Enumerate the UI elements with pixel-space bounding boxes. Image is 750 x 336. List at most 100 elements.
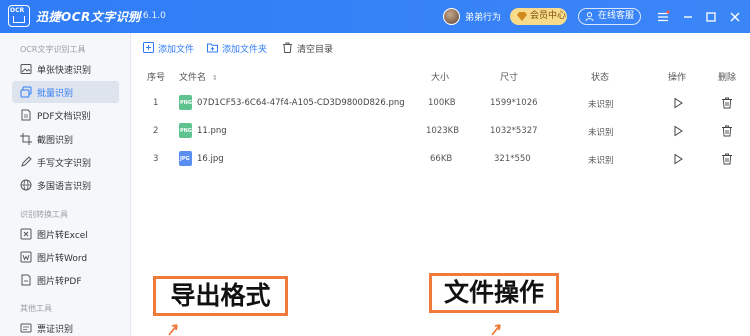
crop-icon <box>20 133 32 145</box>
diamond-icon <box>517 12 527 21</box>
close-icon[interactable] <box>728 9 742 23</box>
app-version: v8.6.1.0 <box>129 11 166 21</box>
excel-icon <box>20 228 32 240</box>
add-folder-icon <box>207 43 218 53</box>
column-header-index: 序号 <box>147 73 166 83</box>
file-operation-callout: 文件操作 <box>429 273 559 313</box>
online-service-label: 在线客服 <box>598 11 635 21</box>
pdf-file-icon <box>21 274 31 286</box>
jpg-file-icon: JPG <box>179 151 192 166</box>
sidebar-item-pdf[interactable]: PDF文档识别 <box>12 104 119 126</box>
column-header-size: 大小 <box>431 73 450 83</box>
file-size: 100KB <box>428 98 456 108</box>
png-file-icon: PNG <box>179 123 192 138</box>
sidebar-item-screenshot[interactable]: 截图识别 <box>12 128 119 150</box>
sidebar-item-label: 批量识别 <box>37 89 74 99</box>
sidebar-group-other: 其他工具 <box>20 304 52 313</box>
file-status: 未识别 <box>588 156 614 166</box>
sidebar-item-handwriting[interactable]: 手写文字识别 <box>12 151 119 173</box>
sidebar-item-ticket[interactable]: 票证识别 <box>12 317 119 336</box>
column-header-status: 状态 <box>591 73 610 83</box>
sidebar-item-label: 多国语言识别 <box>37 182 92 192</box>
file-size: 1023KB <box>426 126 460 136</box>
avatar[interactable] <box>443 8 460 25</box>
image-icon <box>20 64 32 74</box>
add-file-icon <box>143 42 154 53</box>
delete-icon[interactable] <box>721 125 733 137</box>
column-header-delete: 删除 <box>718 73 737 83</box>
play-icon[interactable] <box>672 153 684 165</box>
vip-center-button[interactable]: 会员中心 <box>510 8 567 25</box>
sidebar-item-excel[interactable]: 图片转Excel <box>12 223 119 245</box>
user-icon <box>585 12 594 21</box>
add-file-button[interactable]: 添加文件 <box>143 41 198 55</box>
row-index: 3 <box>153 154 159 164</box>
file-dimensions: 1032*5327 <box>490 126 538 136</box>
table-row[interactable]: 3 JPG 16.jpg 66KB 321*550 未识别 <box>132 145 750 173</box>
sidebar-item-single[interactable]: 单张快速识别 <box>12 58 119 80</box>
sidebar-item-multilang[interactable]: 多国语言识别 <box>12 174 119 196</box>
stack-icon <box>20 86 32 98</box>
sidebar-item-label: 截图识别 <box>37 136 74 146</box>
sidebar: OCR文字识别工具 单张快速识别 批量识别 PDF文档识别 截图识别 手写文字识… <box>0 33 131 336</box>
sidebar-item-label: 手写文字识别 <box>37 159 92 169</box>
arrow-icon <box>491 324 501 336</box>
sidebar-item-label: 图片转Word <box>37 254 88 264</box>
online-service-button[interactable]: 在线客服 <box>578 8 641 25</box>
file-size: 66KB <box>430 154 453 164</box>
arrow-icon <box>168 324 178 336</box>
file-dimensions: 1599*1026 <box>490 98 538 108</box>
word-icon <box>20 251 32 263</box>
png-file-icon: PNG <box>179 95 192 110</box>
delete-icon[interactable] <box>721 97 733 109</box>
row-index: 2 <box>153 126 159 136</box>
sidebar-item-word[interactable]: 图片转Word <box>12 246 119 268</box>
file-dimensions: 321*550 <box>494 154 531 164</box>
add-folder-label: 添加文件夹 <box>222 45 268 55</box>
sort-icon: ⇕ <box>211 74 218 82</box>
pen-icon <box>21 156 32 167</box>
add-folder-button[interactable]: 添加文件夹 <box>207 41 275 55</box>
sidebar-item-label: 单张快速识别 <box>37 66 92 76</box>
menu-icon[interactable] <box>656 9 670 23</box>
sidebar-item-label: PDF文档识别 <box>37 112 91 122</box>
row-index: 1 <box>153 98 159 108</box>
app-logo-icon: OCR <box>8 5 30 27</box>
minimize-icon[interactable] <box>681 9 695 23</box>
column-header-dimensions: 尺寸 <box>500 73 519 83</box>
sidebar-group-convert: 识别转换工具 <box>20 210 68 219</box>
file-status: 未识别 <box>588 100 614 110</box>
file-status: 未识别 <box>588 128 614 138</box>
sidebar-group-ocr: OCR文字识别工具 <box>20 45 86 54</box>
table-row[interactable]: 2 PNG 11.png 1023KB 1032*5327 未识别 <box>132 117 750 145</box>
trash-icon <box>283 42 292 53</box>
app-name: 迅捷OCR文字识别 <box>36 10 141 24</box>
table-row[interactable]: 1 PNG 07D1CF53-6C64-47f4-A105-CD3D9800D8… <box>132 89 750 117</box>
file-name: 16.jpg <box>197 154 224 164</box>
sidebar-item-batch[interactable]: 批量识别 <box>12 81 119 103</box>
username[interactable]: 弟弟行为 <box>465 10 501 23</box>
play-icon[interactable] <box>672 125 684 137</box>
globe-icon <box>20 179 32 191</box>
pdf-icon <box>21 109 31 121</box>
add-file-label: 添加文件 <box>158 45 195 55</box>
delete-icon[interactable] <box>721 153 733 165</box>
clear-list-label: 清空目录 <box>297 45 334 55</box>
file-name: 07D1CF53-6C64-47f4-A105-CD3D9800D826.png <box>197 98 405 108</box>
title-bar: OCR 迅捷OCR文字识别 v8.6.1.0 弟弟行为 会员中心 在线客服 <box>0 0 750 33</box>
column-header-filename[interactable]: 文件名 ⇕ <box>179 70 218 83</box>
export-format-callout: 导出格式 <box>153 276 288 316</box>
sidebar-item-topdf[interactable]: 图片转PDF <box>12 269 119 291</box>
file-name: 11.png <box>197 126 227 136</box>
sidebar-item-label: 图片转PDF <box>37 277 82 287</box>
sidebar-item-label: 图片转Excel <box>37 231 88 241</box>
ticket-icon <box>20 323 32 333</box>
vip-center-label: 会员中心 <box>530 11 567 21</box>
maximize-icon[interactable] <box>704 9 718 23</box>
sidebar-item-label: 票证识别 <box>37 325 74 335</box>
column-header-filename-label: 文件名 <box>179 73 207 83</box>
app-window: OCR 迅捷OCR文字识别 v8.6.1.0 弟弟行为 会员中心 在线客服 OC… <box>0 0 750 336</box>
play-icon[interactable] <box>672 97 684 109</box>
column-header-operate: 操作 <box>668 73 687 83</box>
clear-list-button[interactable]: 清空目录 <box>282 41 334 55</box>
